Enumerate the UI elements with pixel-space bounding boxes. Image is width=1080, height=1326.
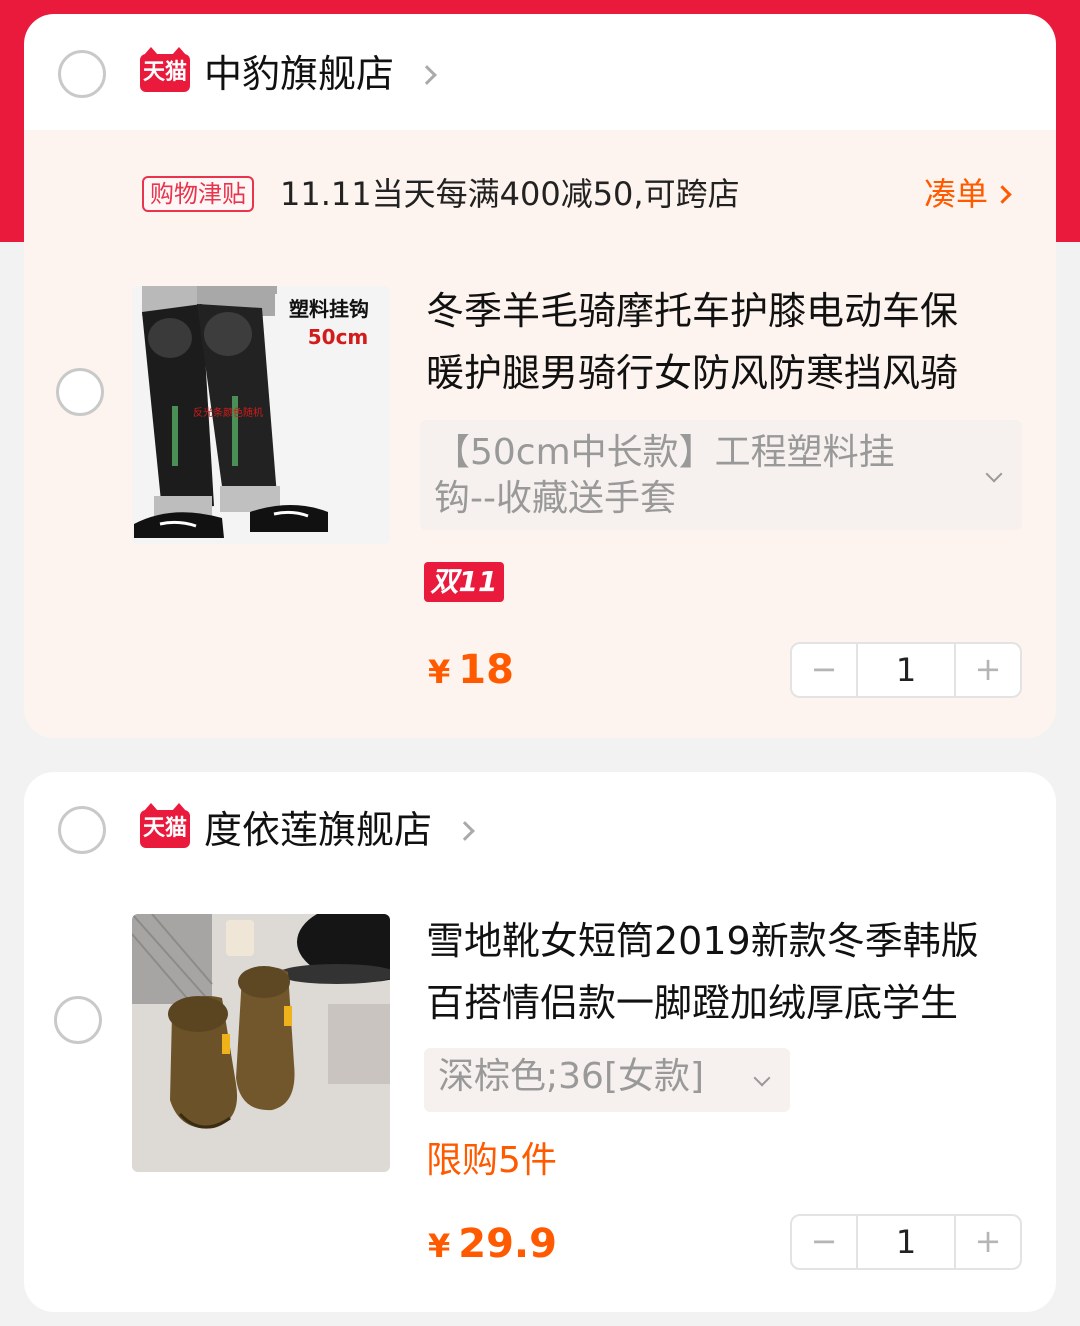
quantity-value[interactable]: 1: [856, 1216, 956, 1268]
increase-button[interactable]: +: [956, 644, 1020, 696]
store-header[interactable]: 天猫 度依莲旗舰店: [24, 803, 1056, 868]
chevron-down-icon: [985, 465, 1003, 483]
purchase-limit: 限购5件: [426, 1140, 557, 1181]
image-caption-size: 50cm: [308, 325, 369, 349]
store-header[interactable]: 天猫 中豹旗舰店: [24, 47, 1056, 112]
product-price: ¥18: [428, 647, 514, 693]
image-caption-hook: 塑料挂钩: [289, 297, 369, 321]
promo-tag: 购物津贴: [142, 176, 254, 212]
product-price: ¥29.9: [428, 1221, 557, 1267]
double-eleven-badge: 双11: [424, 562, 504, 602]
add-on-link[interactable]: 凑单: [924, 172, 1012, 216]
store-name[interactable]: 中豹旗舰店: [204, 48, 438, 100]
product-image-knee-pads[interactable]: 塑料挂钩 50cm 反光条颜色随机: [132, 286, 390, 544]
store-card-zhongbao: 天猫 中豹旗舰店 购物津贴 11.11当天每满400减50,可跨店 凑单 塑料挂…: [24, 14, 1056, 738]
promo-text: 11.11当天每满400减50,可跨店: [280, 175, 740, 213]
quantity-stepper: − 1 +: [790, 1214, 1022, 1270]
store-name[interactable]: 度依莲旗舰店: [204, 804, 476, 856]
tmall-icon: 天猫: [140, 47, 190, 92]
store-card-duyilian: 天猫 度依莲旗舰店 雪地靴女短筒2019新款冬季韩版 百搭情侣款一脚蹬加绒厚底学…: [24, 772, 1056, 1312]
chevron-right-icon: [993, 185, 1012, 204]
chevron-right-icon: [455, 821, 476, 841]
chevron-right-icon: [417, 65, 438, 85]
sku-selector[interactable]: 深棕色;36[女款]: [424, 1048, 790, 1112]
chevron-down-icon: [753, 1069, 771, 1087]
decrease-button[interactable]: −: [792, 1216, 856, 1268]
item-select-radio[interactable]: [56, 368, 104, 416]
product-image-snow-boots[interactable]: [132, 914, 390, 1172]
decrease-button[interactable]: −: [792, 644, 856, 696]
increase-button[interactable]: +: [956, 1216, 1020, 1268]
quantity-value[interactable]: 1: [856, 644, 956, 696]
sku-selector[interactable]: 【50cm中长款】工程塑料挂钩--收藏送手套: [420, 420, 1022, 530]
product-title[interactable]: 雪地靴女短筒2019新款冬季韩版 百搭情侣款一脚蹬加绒厚底学生: [426, 910, 1026, 1034]
product-title[interactable]: 冬季羊毛骑摩托车护膝电动车保 暖护腿男骑行女防风防寒挡风骑: [426, 280, 1026, 404]
image-caption-reflective: 反光条颜色随机: [193, 406, 263, 419]
item-select-radio[interactable]: [54, 996, 102, 1044]
quantity-stepper: − 1 +: [790, 642, 1022, 698]
tmall-icon: 天猫: [140, 803, 190, 848]
